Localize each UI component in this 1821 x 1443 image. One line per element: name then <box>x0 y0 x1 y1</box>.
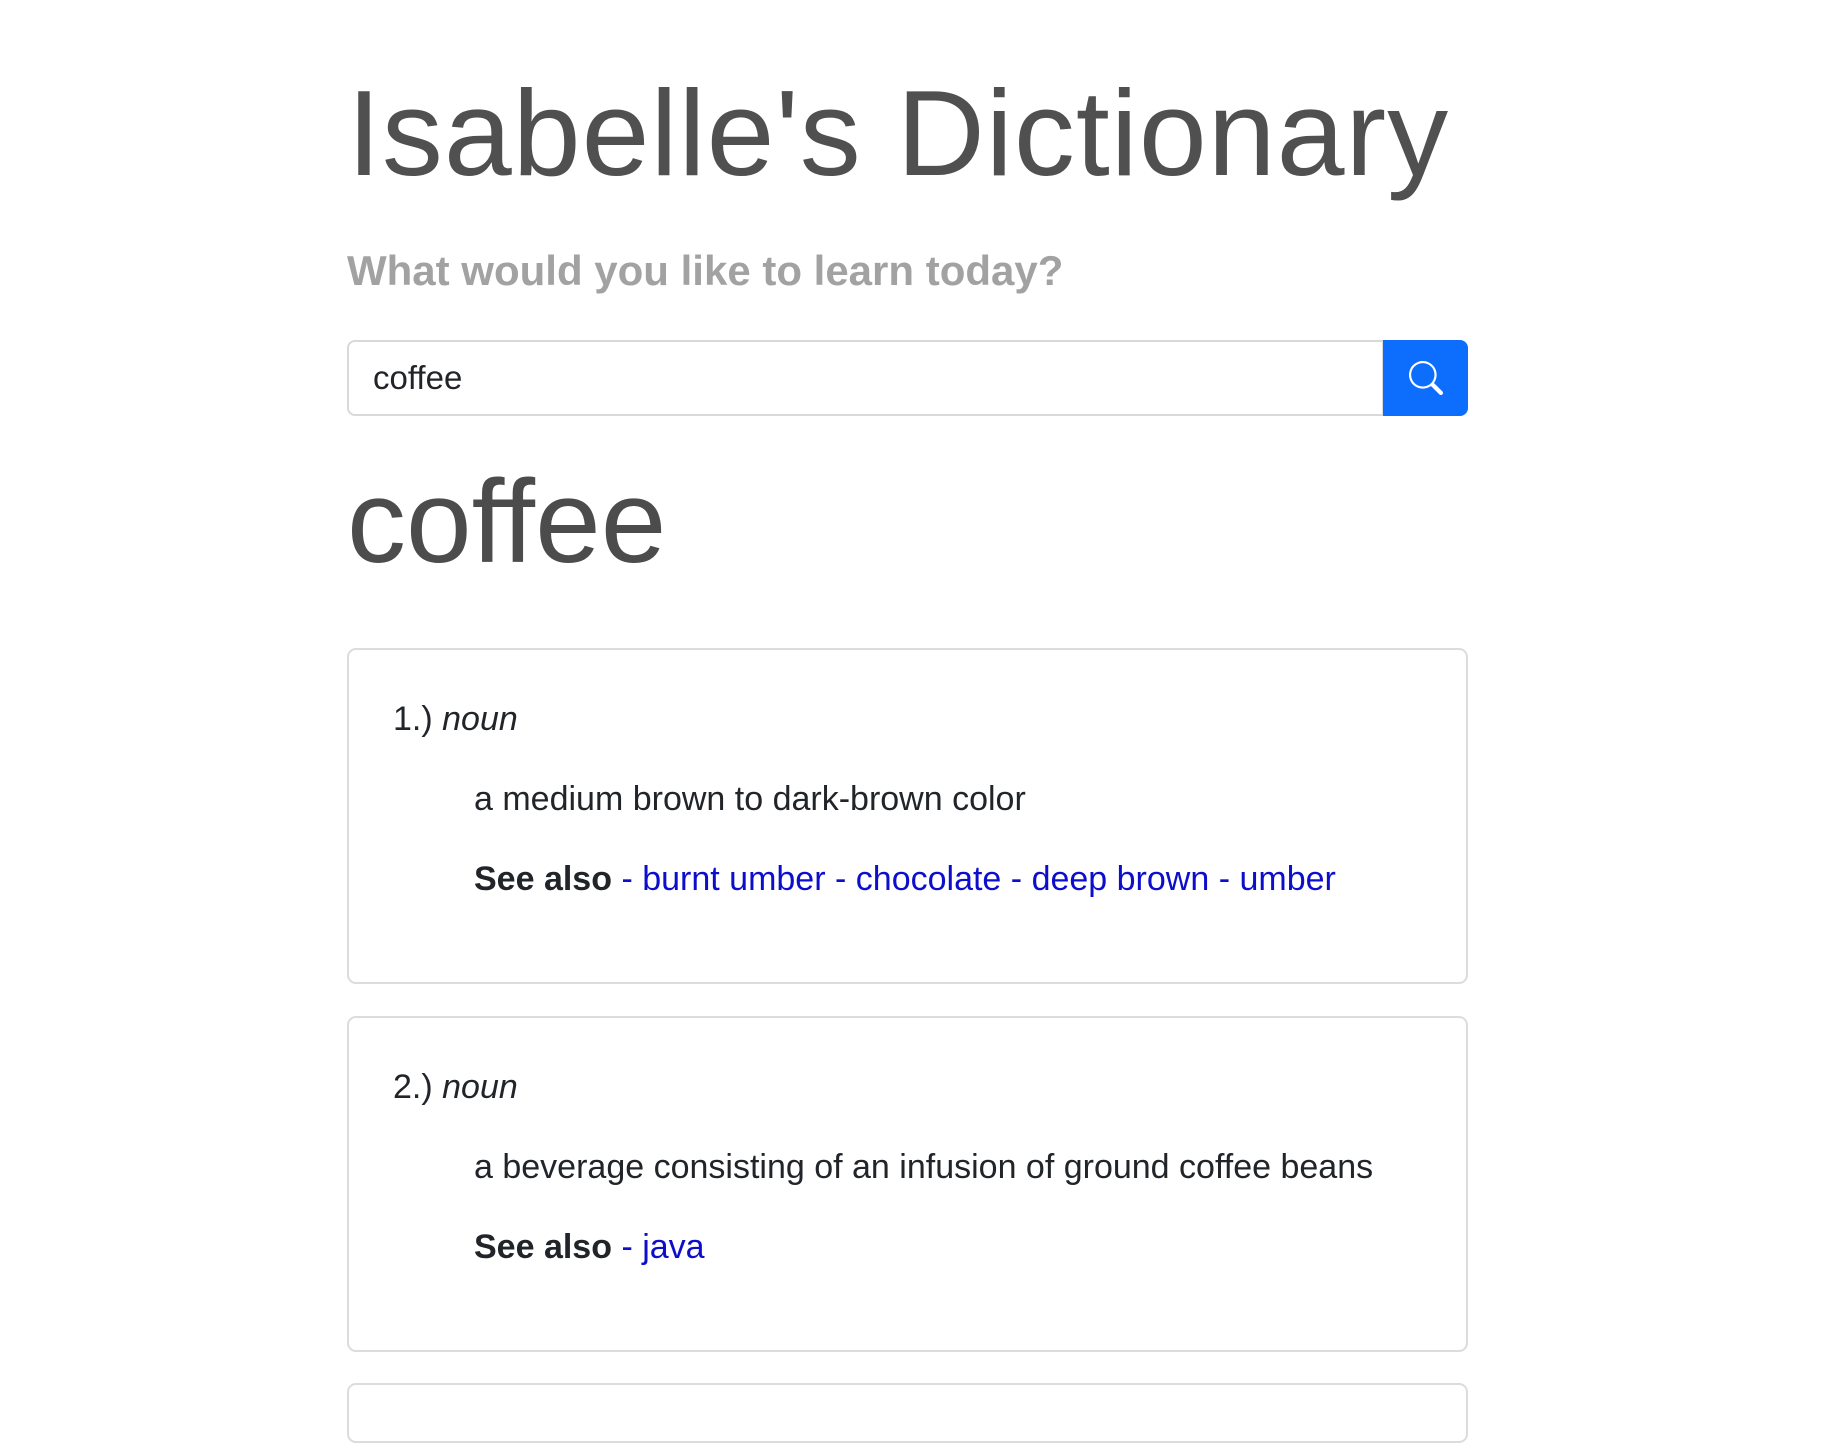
part-of-speech: noun <box>442 700 518 738</box>
search-icon <box>1408 361 1443 395</box>
meaning-header: 1.) noun <box>393 700 518 739</box>
part-of-speech: noun <box>442 1068 518 1106</box>
separator: - <box>621 860 643 898</box>
see-also-list: See also - java <box>474 1228 705 1267</box>
synonym-link[interactable]: burnt umber <box>642 860 825 898</box>
app-title: Isabelle's Dictionary <box>347 65 1450 201</box>
search-button[interactable] <box>1383 340 1468 416</box>
meaning-card: 2.) noun a beverage consisting of an inf… <box>347 1016 1468 1352</box>
definition-text: a beverage consisting of an infusion of … <box>474 1148 1374 1186</box>
synonym-link[interactable]: umber <box>1239 860 1335 898</box>
result-word: coffee <box>347 456 667 588</box>
separator: - <box>1010 860 1032 898</box>
meaning-card-partial <box>347 1383 1468 1443</box>
definition-text: a medium brown to dark-brown color <box>474 780 1026 818</box>
meaning-number: 2.) <box>393 1068 433 1106</box>
separator: - <box>835 860 856 898</box>
synonym-link[interactable]: java <box>642 1228 704 1266</box>
app-subtitle: What would you like to learn today? <box>347 247 1064 294</box>
separator: - <box>621 1228 643 1266</box>
synonym-link[interactable]: deep brown <box>1032 860 1210 898</box>
meaning-card: 1.) noun a medium brown to dark-brown co… <box>347 648 1468 984</box>
search-input[interactable] <box>347 340 1384 416</box>
meaning-header: 2.) noun <box>393 1068 518 1107</box>
separator: - <box>1218 860 1240 898</box>
synonym-link[interactable]: chocolate <box>856 860 1002 898</box>
see-also-label: See also <box>474 860 612 898</box>
see-also-label: See also <box>474 1228 612 1266</box>
search-form <box>347 340 1468 416</box>
meaning-number: 1.) <box>393 700 433 738</box>
see-also-list: See also - burnt umber - chocolate - dee… <box>474 860 1336 899</box>
